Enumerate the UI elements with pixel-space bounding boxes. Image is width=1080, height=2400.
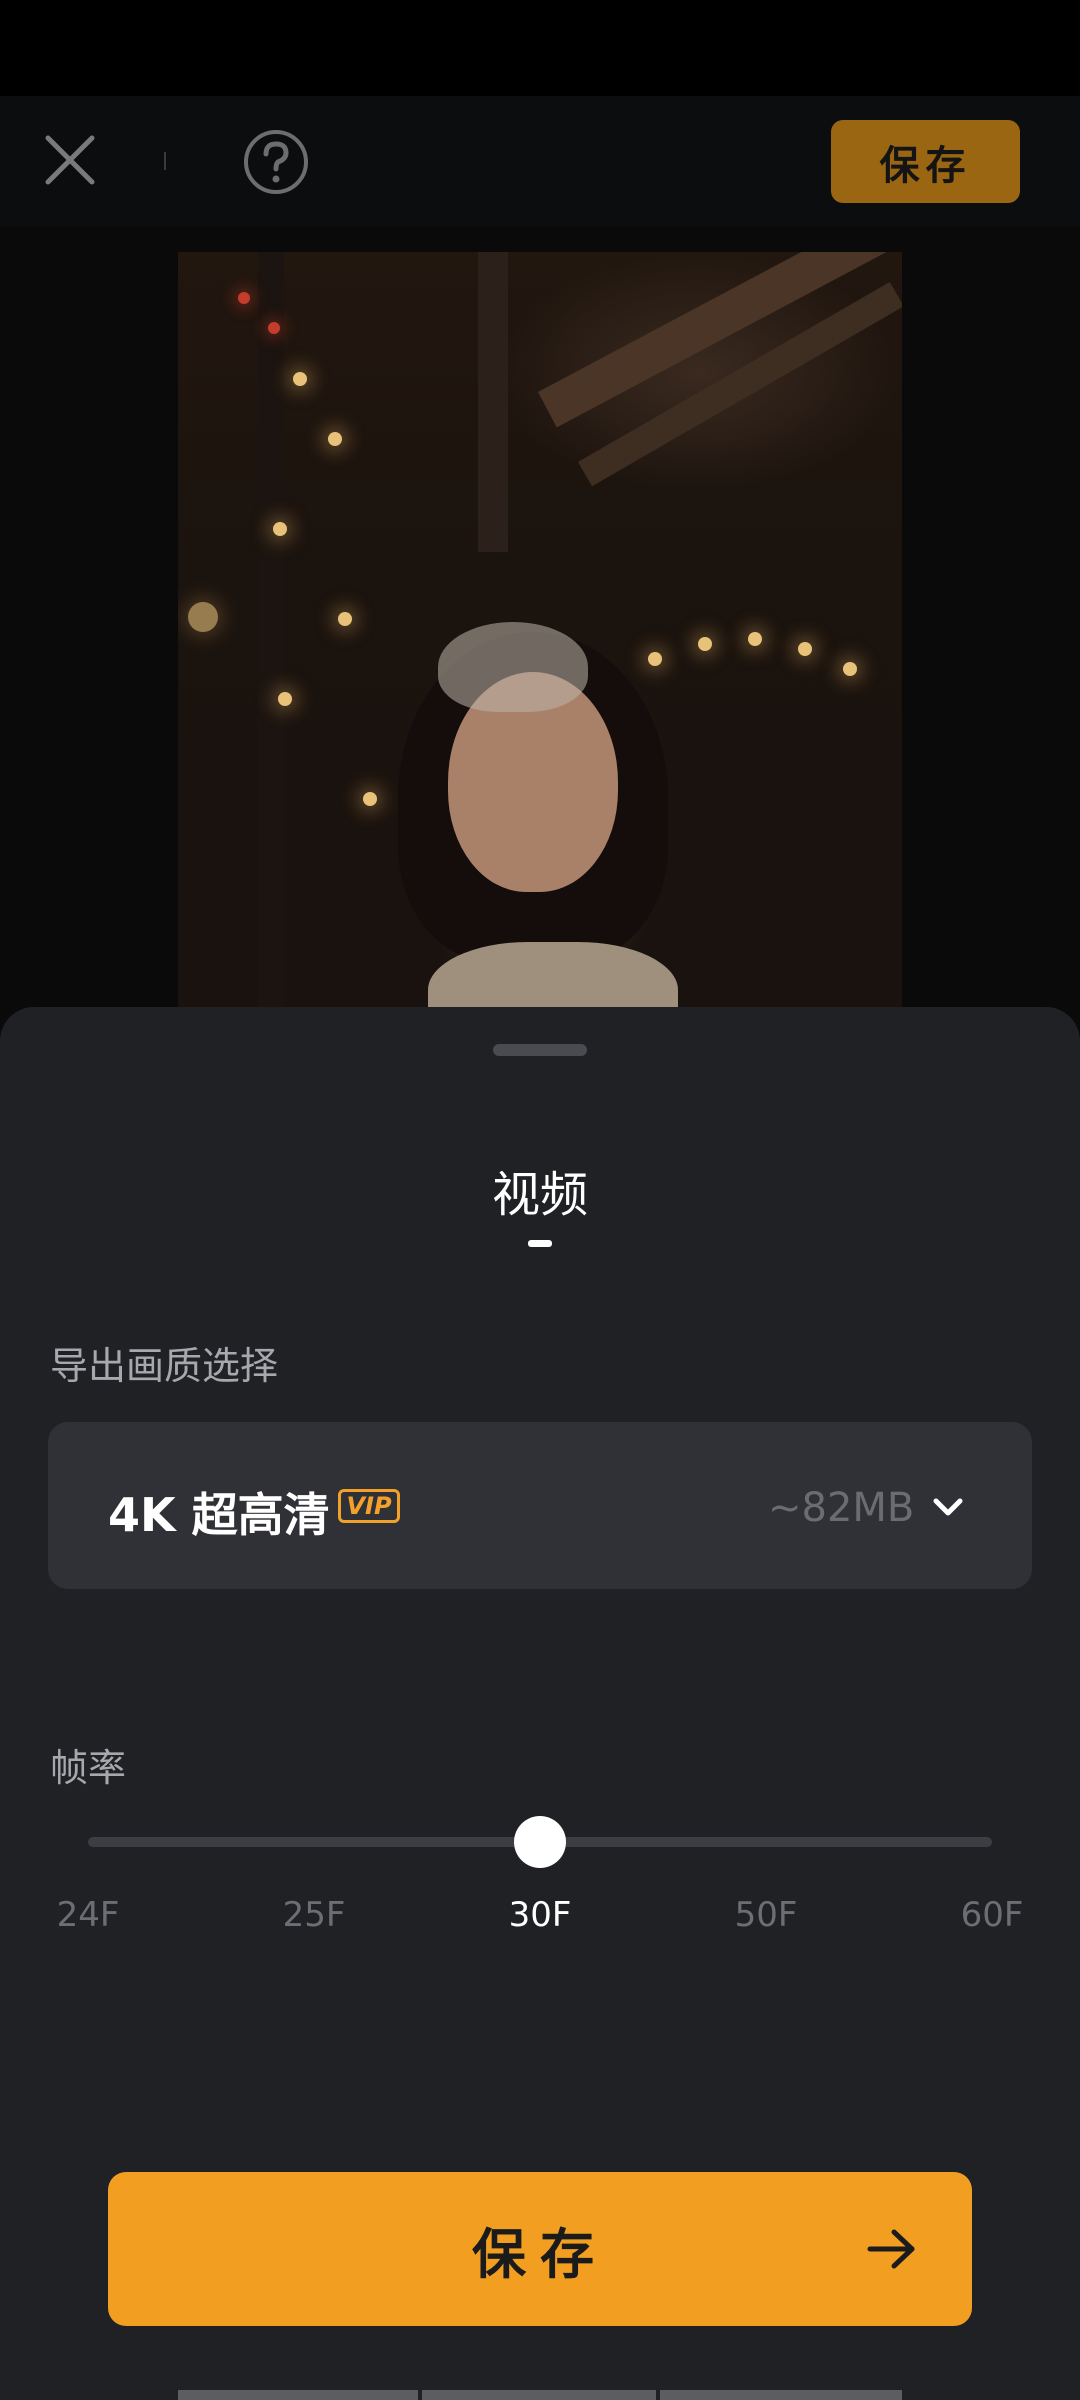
close-button[interactable] bbox=[30, 120, 110, 200]
preview-light bbox=[698, 637, 712, 651]
sheet-drag-handle[interactable] bbox=[493, 1044, 587, 1056]
quality-section-label: 导出画质选择 bbox=[50, 1344, 279, 1388]
nav-strip bbox=[178, 2390, 418, 2400]
quality-selected-value: 4K 超高清 bbox=[108, 1488, 330, 1542]
preview-light bbox=[293, 372, 307, 386]
preview-light bbox=[843, 662, 857, 676]
framerate-option[interactable]: 60F bbox=[961, 1895, 1024, 1935]
framerate-option[interactable]: 24F bbox=[57, 1895, 120, 1935]
framerate-option[interactable]: 30F bbox=[509, 1895, 572, 1935]
sheet-title: 视频 bbox=[491, 1167, 588, 1223]
toolbar-separator bbox=[164, 152, 166, 170]
help-icon bbox=[244, 130, 308, 194]
close-icon bbox=[45, 135, 95, 185]
preview-light bbox=[363, 792, 377, 806]
slider-thumb[interactable] bbox=[514, 1816, 566, 1868]
preview-light bbox=[798, 642, 812, 656]
preview-light bbox=[188, 602, 218, 632]
estimated-size: ~82MB bbox=[768, 1485, 915, 1531]
help-button[interactable] bbox=[242, 128, 310, 196]
framerate-option[interactable]: 25F bbox=[283, 1895, 346, 1935]
vip-badge: VIP bbox=[338, 1489, 400, 1523]
framerate-option[interactable]: 50F bbox=[735, 1895, 798, 1935]
preview-light bbox=[748, 632, 762, 646]
title-indicator bbox=[528, 1240, 552, 1247]
preview-dress bbox=[428, 942, 678, 1012]
preview-column bbox=[258, 252, 284, 1012]
preview-light bbox=[238, 292, 250, 304]
save-button-label: 保存 bbox=[472, 2222, 608, 2286]
save-button[interactable]: 保存 bbox=[108, 2172, 972, 2326]
arrow-right-icon bbox=[867, 2229, 915, 2269]
chevron-down-icon[interactable] bbox=[930, 1490, 966, 1526]
preview-light bbox=[278, 692, 292, 706]
framerate-section-label: 帧率 bbox=[50, 1746, 127, 1790]
nav-strip bbox=[422, 2390, 656, 2400]
preview-headpiece bbox=[438, 622, 588, 712]
status-bar bbox=[0, 0, 1080, 96]
preview-light bbox=[273, 522, 287, 536]
preview-light bbox=[268, 322, 280, 334]
preview-light bbox=[648, 652, 662, 666]
preview-light bbox=[328, 432, 342, 446]
framerate-slider[interactable] bbox=[88, 1816, 992, 1868]
top-save-button[interactable]: 保存 bbox=[831, 120, 1020, 203]
preview-column bbox=[478, 252, 508, 552]
video-preview bbox=[178, 252, 902, 1012]
nav-strip bbox=[660, 2390, 902, 2400]
preview-light bbox=[338, 612, 352, 626]
